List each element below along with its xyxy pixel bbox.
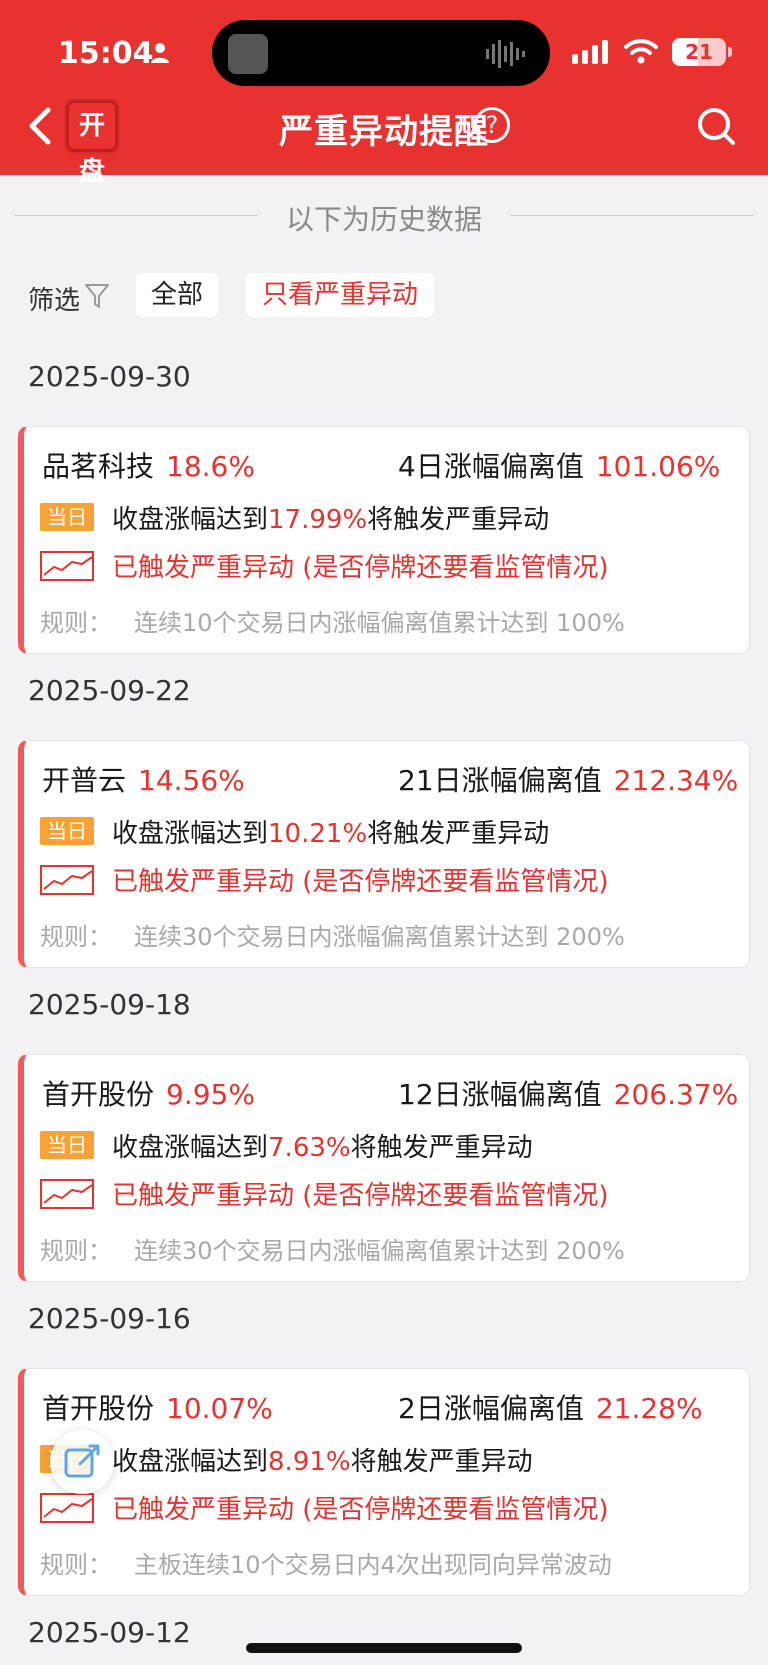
alert-card[interactable]: 首开股份 9.95% 12日涨幅偏离值 206.37% 当日 收盘涨幅达到7.63%… xyxy=(18,1054,750,1282)
rule-text: 连续10个交易日内涨幅偏离值累计达到 100% xyxy=(134,609,625,637)
alert-card[interactable]: 开普云 14.56% 21日涨幅偏离值 212.34% 当日 收盘涨幅达到10.21… xyxy=(18,740,750,968)
alert-card[interactable]: 品茗科技 18.6% 4日涨幅偏离值 101.06% 当日 收盘涨幅达到17.99%… xyxy=(18,426,750,654)
trigger-condition: 收盘涨幅达到8.91%将触发严重异动 xyxy=(112,1441,533,1478)
deviation-label: 21日涨幅偏离值 xyxy=(398,764,602,797)
date-header: 2025-09-16 xyxy=(28,1302,191,1335)
stock-name: 首开股份 xyxy=(42,1078,155,1111)
history-divider: 以下为历史数据 xyxy=(0,196,768,236)
date-header: 2025-09-30 xyxy=(28,360,191,393)
rule-label: 规则： xyxy=(40,609,112,637)
deviation-row: 21日涨幅偏离值 212.34% xyxy=(398,759,738,799)
trigger-suffix: 将触发严重异动 xyxy=(350,1447,533,1477)
deviation-value: 212.34% xyxy=(613,764,739,797)
deviation-row: 12日涨幅偏离值 206.37% xyxy=(398,1073,738,1113)
trigger-prefix: 收盘涨幅达到 xyxy=(112,505,269,535)
trend-chart-icon xyxy=(40,551,94,581)
history-label: 以下为历史数据 xyxy=(285,203,482,236)
trend-chart-icon xyxy=(40,1179,94,1209)
home-indicator[interactable] xyxy=(246,1643,522,1653)
island-thumbnail xyxy=(228,34,268,74)
deviation-row: 4日涨幅偏离值 101.06% xyxy=(398,445,720,485)
stock-name: 开普云 xyxy=(42,764,127,797)
status-bar: 15:04 21 xyxy=(0,20,768,86)
deviation-row: 2日涨幅偏离值 21.28% xyxy=(398,1387,703,1427)
filter-label[interactable]: 筛选 xyxy=(28,280,80,317)
trigger-condition: 收盘涨幅达到10.21%将触发严重异动 xyxy=(112,813,549,850)
trigger-prefix: 收盘涨幅达到 xyxy=(112,1447,269,1477)
app-header: 15:04 21 开盘 严重异动提醒 ? xyxy=(0,0,768,187)
trigger-close-pct: 7.63% xyxy=(268,1133,351,1163)
deviation-value: 206.37% xyxy=(613,1078,739,1111)
stock-name: 首开股份 xyxy=(42,1392,155,1425)
stock-row: 首开股份 9.95% xyxy=(42,1073,255,1113)
wifi-icon xyxy=(624,39,658,64)
trigger-condition: 收盘涨幅达到17.99%将触发严重异动 xyxy=(112,499,549,536)
rule-row: 规则： 连续30个交易日内涨幅偏离值累计达到 200% xyxy=(40,917,625,952)
stock-change-pct: 10.07% xyxy=(166,1392,273,1425)
trend-chart-icon xyxy=(40,865,94,895)
triggered-status: 已触发严重异动 (是否停牌还要看监管情况) xyxy=(112,1181,609,1211)
rule-row: 规则： 连续10个交易日内涨幅偏离值累计达到 100% xyxy=(40,603,625,638)
alert-card[interactable]: 首开股份10.07% 2日涨幅偏离值21.28% 当日 收盘涨幅达到8.91%将… xyxy=(18,1368,750,1596)
stock-name: 品茗科技 xyxy=(42,450,155,483)
rule-row: 规则： 连续30个交易日内涨幅偏离值累计达到 200% xyxy=(40,1231,625,1266)
date-header: 2025-09-12 xyxy=(28,1616,191,1649)
filter-serious-only-chip[interactable]: 只看严重异动 xyxy=(246,273,434,317)
today-tag: 当日 xyxy=(40,1131,94,1159)
triggered-status: 已触发严重异动 (是否停牌还要看监管情况) xyxy=(112,553,609,583)
person-icon xyxy=(151,43,169,63)
date-header: 2025-09-22 xyxy=(28,674,191,707)
deviation-label: 4日涨幅偏离值 xyxy=(398,450,584,483)
deviation-value: 101.06% xyxy=(595,450,721,483)
divider-line-right xyxy=(510,215,754,216)
rule-label: 规则： xyxy=(40,1551,112,1579)
trigger-close-pct: 10.21% xyxy=(268,819,368,849)
deviation-value: 21.28% xyxy=(595,1392,703,1425)
battery-indicator: 21 xyxy=(672,38,726,66)
page-title: 严重异动提醒 xyxy=(279,112,489,152)
stock-change-pct: 14.56% xyxy=(138,764,245,797)
rule-row: 规则： 主板连续10个交易日内4次出现同向异常波动 xyxy=(40,1545,612,1580)
search-button[interactable] xyxy=(696,106,736,146)
triggered-status: 已触发严重异动 (是否停牌还要看监管情况) xyxy=(112,1495,609,1525)
help-button[interactable]: ? xyxy=(474,107,510,143)
status-time: 15:04 xyxy=(58,36,154,71)
trigger-prefix: 收盘涨幅达到 xyxy=(112,819,269,849)
rule-label: 规则： xyxy=(40,1237,112,1265)
trigger-prefix: 收盘涨幅达到 xyxy=(112,1133,269,1163)
trigger-suffix: 将触发严重异动 xyxy=(367,819,550,849)
battery-cap xyxy=(728,47,732,57)
filter-funnel-icon[interactable] xyxy=(84,282,110,310)
trend-chart-icon xyxy=(40,1493,94,1523)
battery-level: 21 xyxy=(685,40,713,64)
stock-row: 首开股份 10.07% xyxy=(42,1387,273,1427)
rule-text: 主板连续10个交易日内4次出现同向异常波动 xyxy=(134,1551,612,1579)
audio-wave-icon xyxy=(486,40,525,68)
deviation-label: 2日涨幅偏离值 xyxy=(398,1392,584,1425)
trigger-suffix: 将触发严重异动 xyxy=(367,505,550,535)
dynamic-island xyxy=(212,20,550,86)
stock-row: 开普云 14.56% xyxy=(42,759,245,799)
trigger-close-pct: 8.91% xyxy=(268,1447,351,1477)
floating-edit-button[interactable] xyxy=(50,1430,114,1494)
trigger-suffix: 将触发严重异动 xyxy=(350,1133,533,1163)
today-tag: 当日 xyxy=(40,503,94,531)
deviation-label: 12日涨幅偏离值 xyxy=(398,1078,602,1111)
rule-text: 连续30个交易日内涨幅偏离值累计达到 200% xyxy=(134,923,625,951)
date-header: 2025-09-18 xyxy=(28,988,191,1021)
filter-all-chip[interactable]: 全部 xyxy=(136,273,218,317)
cellular-signal-icon xyxy=(572,40,608,64)
trigger-close-pct: 17.99% xyxy=(268,505,368,535)
stock-change-pct: 18.6% xyxy=(166,450,255,483)
rule-text: 连续30个交易日内涨幅偏离值累计达到 200% xyxy=(134,1237,625,1265)
triggered-status: 已触发严重异动 (是否停牌还要看监管情况) xyxy=(112,867,609,897)
today-tag: 当日 xyxy=(40,817,94,845)
stock-row: 品茗科技 18.6% xyxy=(42,445,255,485)
edit-icon xyxy=(64,1444,100,1478)
rule-label: 规则： xyxy=(40,923,112,951)
trigger-condition: 收盘涨幅达到7.63%将触发严重异动 xyxy=(112,1127,533,1164)
stock-change-pct: 9.95% xyxy=(166,1078,255,1111)
